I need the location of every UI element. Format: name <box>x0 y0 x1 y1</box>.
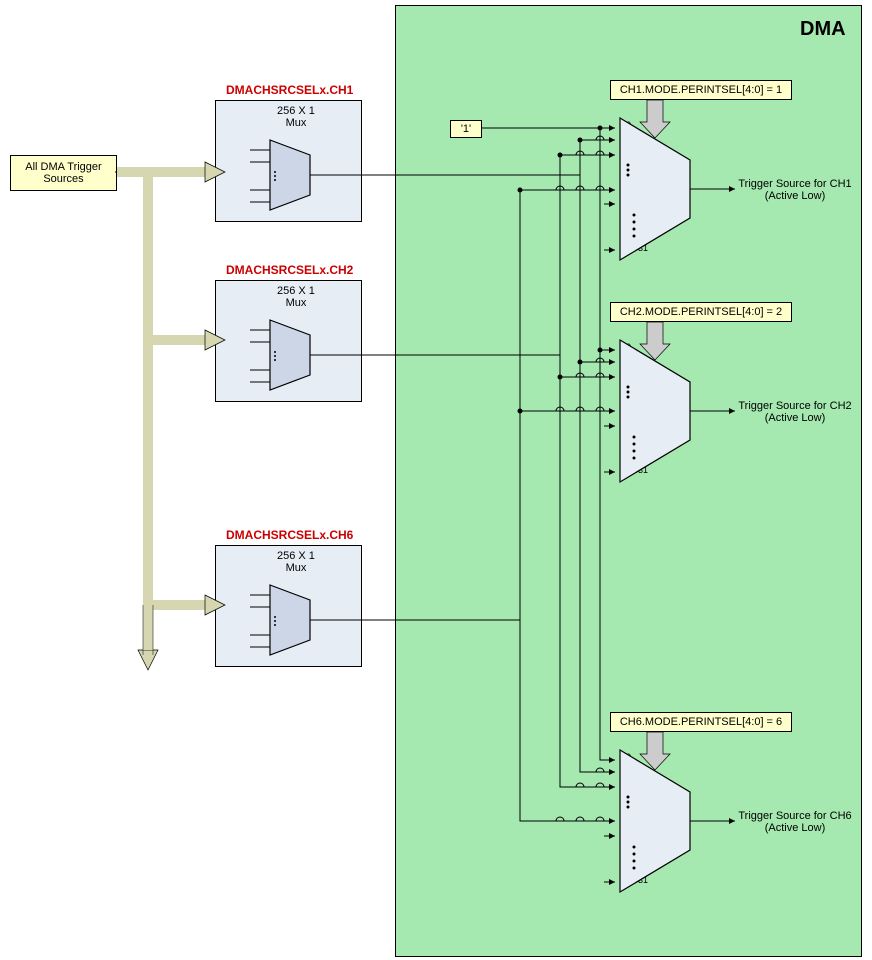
mux2-in6: 6 <box>632 405 637 415</box>
output-ch1-l1: Trigger Source for CH1 <box>738 178 851 190</box>
mux1-in6: 6 <box>632 183 637 193</box>
mux1-in31: 31 <box>638 243 648 253</box>
mux-ch2-title: DMACHSRCSELx.CH2 <box>226 263 353 277</box>
mux1-in0: 0 <box>626 120 631 130</box>
mux3-in31: 31 <box>638 875 648 885</box>
mux-ch2-sub: 256 X 1 Mux <box>277 285 315 309</box>
output-ch1-l2: (Active Low) <box>765 190 826 202</box>
dma-title: DMA <box>800 18 846 41</box>
mux3-in7: 7 <box>634 830 639 840</box>
mux1-in1: 1 <box>626 135 631 145</box>
output-ch1: Trigger Source for CH1 (Active Low) <box>730 178 860 202</box>
mux1-in2: 2 <box>628 150 633 160</box>
mux3-in1: 1 <box>626 767 631 777</box>
output-ch2-l1: Trigger Source for CH2 <box>738 400 851 412</box>
trigger-source-box: All DMA Trigger Sources <box>10 155 117 191</box>
mux-ch1-sub: 256 X 1 Mux <box>277 105 315 129</box>
mux2-in0: 0 <box>626 342 631 352</box>
output-ch2-l2: (Active Low) <box>765 412 826 424</box>
mux2-in2: 2 <box>628 372 633 382</box>
mux3-in2: 2 <box>628 782 633 792</box>
mux2-in31: 31 <box>638 465 648 475</box>
output-ch2: Trigger Source for CH2 (Active Low) <box>730 400 860 424</box>
output-ch6: Trigger Source for CH6 (Active Low) <box>730 810 860 834</box>
constant-one: '1' <box>450 120 482 138</box>
output-ch6-l1: Trigger Source for CH6 <box>738 810 851 822</box>
mux-ch6-title: DMACHSRCSELx.CH6 <box>226 528 353 542</box>
mux-ch6-sub: 256 X 1 Mux <box>277 550 315 574</box>
mux-ch1-title: DMACHSRCSELx.CH1 <box>226 83 353 97</box>
mux1-in7: 7 <box>634 198 639 208</box>
mux2-in7: 7 <box>634 420 639 430</box>
perintsel-ch2: CH2.MODE.PERINTSEL[4:0] = 2 <box>610 302 792 322</box>
mux3-in0: 0 <box>626 752 631 762</box>
mux3-in6: 6 <box>632 815 637 825</box>
perintsel-ch1: CH1.MODE.PERINTSEL[4:0] = 1 <box>610 80 792 100</box>
output-ch6-l2: (Active Low) <box>765 822 826 834</box>
perintsel-ch6: CH6.MODE.PERINTSEL[4:0] = 6 <box>610 712 792 732</box>
mux2-in1: 1 <box>626 357 631 367</box>
